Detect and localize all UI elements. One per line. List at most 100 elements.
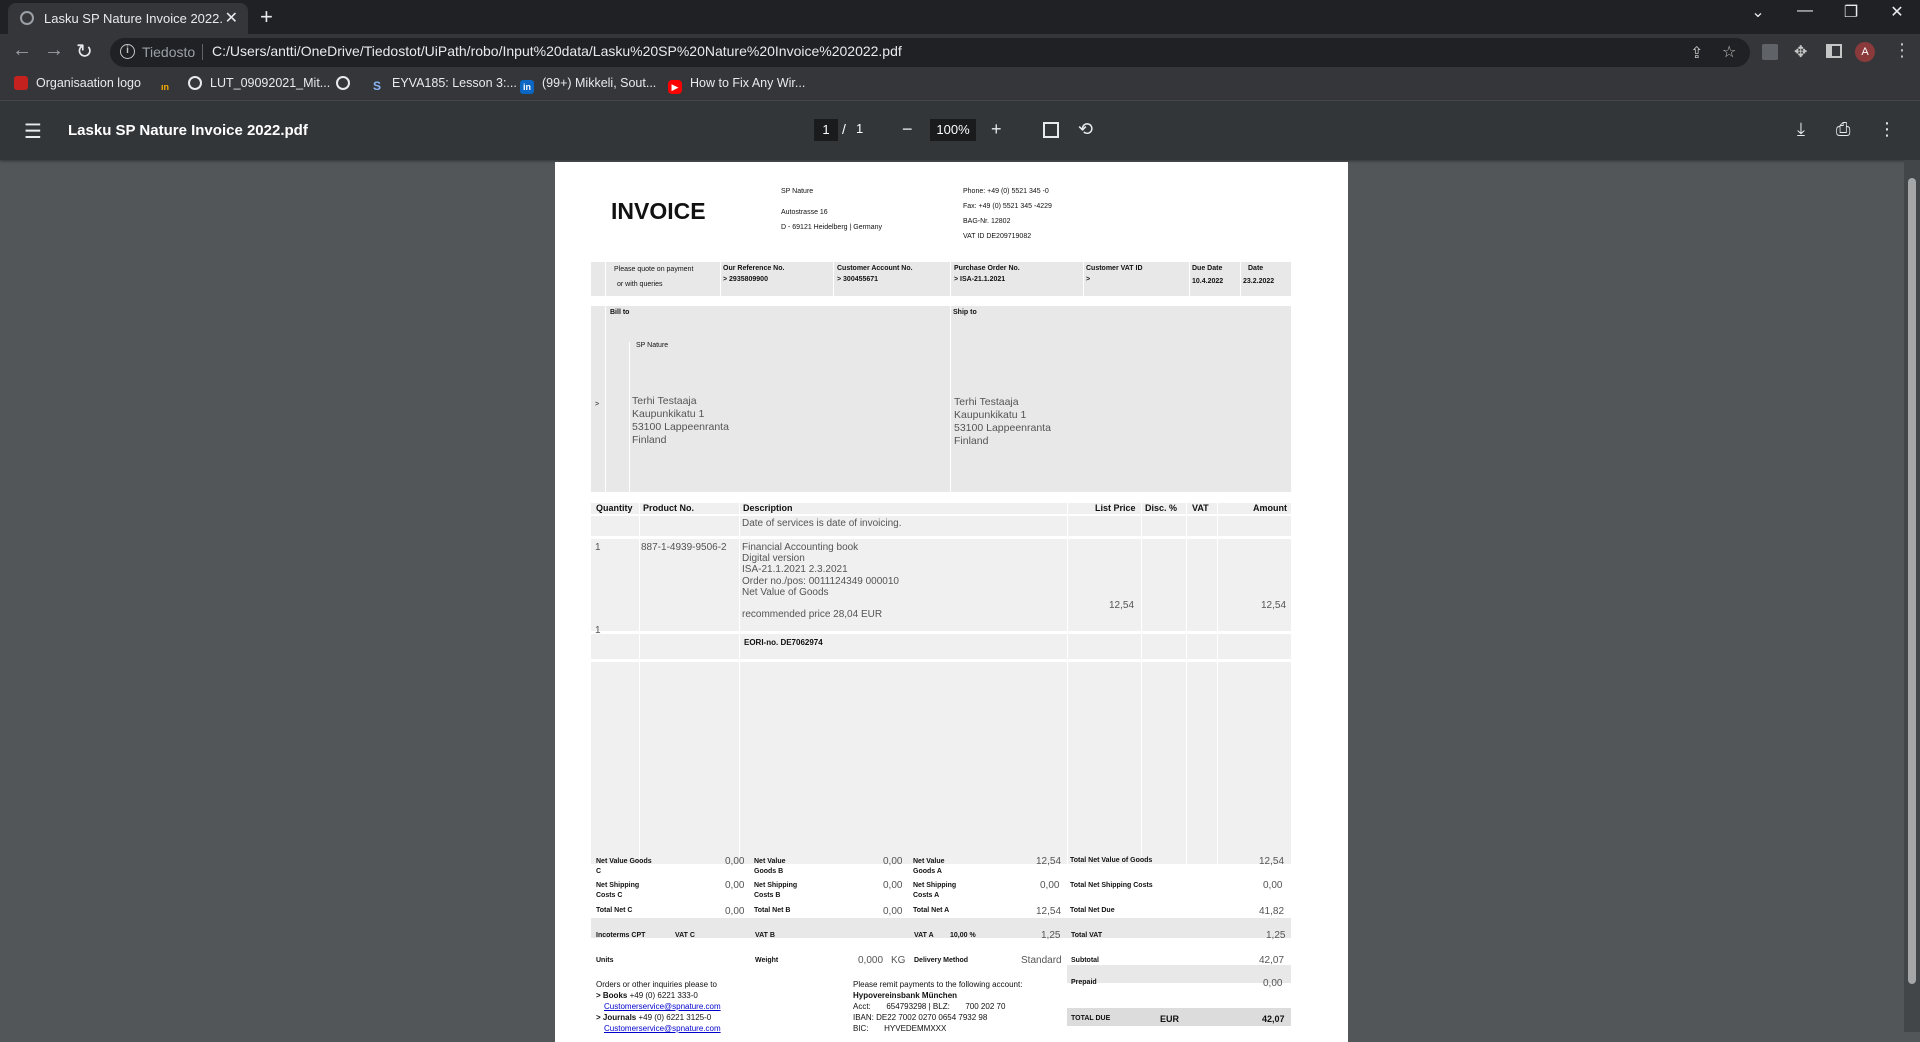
item-list-price: 12,54 [1109, 600, 1135, 611]
company-fax: Fax: +49 (0) 5521 345 -4229 [963, 203, 1052, 210]
journals-label: > Journals [596, 1013, 637, 1022]
total-due: 42,07 [1262, 1014, 1285, 1024]
item-amount: 12,54 [1261, 600, 1287, 611]
bill-company: SP Nature [636, 342, 669, 349]
pdf-toolbar: ☰ Lasku SP Nature Invoice 2022.pdf 1 / 1… [0, 101, 1920, 160]
globe-icon [188, 76, 202, 90]
total-net-shipping: 0,00 [1263, 880, 1283, 891]
zoom-input[interactable]: 100% [930, 119, 976, 141]
ship-address-line: Terhi Testaaja [954, 396, 1019, 408]
download-icon[interactable]: ⤓ [1797, 119, 1805, 140]
address-bar[interactable]: i Tiedosto C:/Users/antti/OneDrive/Tiedo… [110, 38, 1750, 67]
fit-page-icon[interactable] [1043, 122, 1059, 138]
scrollbar[interactable] [1904, 160, 1920, 1032]
item-desc-line: Financial Accounting book [742, 542, 859, 553]
tab-active[interactable]: Lasku SP Nature Invoice 2022.pdf ✕ [8, 3, 248, 34]
ship-address-line: 53100 Lappeenranta [954, 422, 1051, 434]
net-value-a: 12,54 [1036, 856, 1062, 867]
tab-title: Lasku SP Nature Invoice 2022.pdf [44, 11, 222, 26]
url-scheme-label: Tiedosto [142, 44, 196, 60]
net-shipping-c: 0,00 [725, 880, 745, 891]
globe-icon [20, 11, 34, 25]
bookmark-item[interactable]: S EYVA185: Lesson 3:... [370, 76, 517, 93]
col-list-price: List Price [1095, 503, 1136, 513]
avatar[interactable]: A [1855, 42, 1875, 62]
new-tab-button[interactable]: + [260, 4, 273, 30]
vat-c-label: VAT C [675, 932, 695, 939]
bank-account: Acct: 654793298 | BLZ: 700 202 70 [853, 1002, 1006, 1011]
bookmark-item[interactable]: ın [156, 76, 182, 94]
info-icon[interactable]: i [120, 44, 135, 59]
total-vat-label: Total VAT [1071, 932, 1103, 939]
customer-service-link[interactable]: Customerservice@spnature.com [604, 1002, 721, 1011]
books-contact: > Books +49 (0) 6221 333-0 [596, 991, 698, 1000]
side-panel-icon[interactable] [1826, 44, 1842, 58]
bookmark-favicon-icon: ın [156, 80, 174, 94]
ship-to-label: Ship to [953, 309, 977, 316]
col-product: Product No. [643, 503, 694, 513]
customer-account-value: > 300455671 [837, 276, 879, 283]
print-icon[interactable]: ⎙ [1836, 119, 1850, 140]
reload-icon[interactable]: ↻ [76, 39, 93, 64]
extensions-puzzle-icon[interactable]: ✥ [1794, 42, 1807, 62]
youtube-icon: ▶ [668, 80, 682, 94]
net-value-c: 0,00 [725, 856, 745, 867]
vat-a: 1,25 [1041, 930, 1061, 941]
vat-row [591, 918, 1291, 938]
bookmark-favicon-icon: S [370, 79, 384, 93]
bank-iban: IBAN: DE22 7002 0270 0654 7932 98 [853, 1013, 988, 1022]
bookmark-item[interactable]: LUT_09092021_Mit... [188, 76, 330, 90]
net-value-c-label: Net Value Goods C [596, 858, 652, 875]
bill-address-line: Finland [632, 434, 667, 446]
share-icon[interactable]: ⇪ [1690, 43, 1703, 63]
restore-button[interactable]: ❐ [1831, 2, 1871, 22]
url-text[interactable]: C:/Users/antti/OneDrive/Tiedostot/UiPath… [212, 43, 902, 59]
extension-icon[interactable] [1762, 44, 1778, 60]
company-name: SP Nature [781, 188, 814, 195]
vat-b-label: VAT B [755, 932, 775, 939]
minimize-button[interactable]: — [1785, 2, 1825, 20]
page-number-input[interactable]: 1 [814, 119, 838, 141]
back-icon[interactable]: ← [12, 39, 32, 62]
bookmark-label: Organisaation logo [36, 76, 141, 90]
item-desc-line [742, 598, 899, 609]
item-desc-line: Digital version [742, 553, 805, 565]
rotate-icon[interactable]: ⟲ [1078, 119, 1093, 140]
total-net-b-label: Total Net B [754, 907, 791, 914]
forward-icon[interactable]: → [44, 39, 64, 62]
close-window-button[interactable]: ✕ [1877, 2, 1917, 22]
bookmark-item[interactable]: Organisaation logo [14, 76, 141, 90]
customer-vat-label: Customer VAT ID [1086, 265, 1143, 272]
eori-number: EORI-no. DE7062974 [744, 638, 823, 647]
col-quantity: Quantity [596, 503, 633, 513]
zoom-in-icon[interactable]: + [991, 119, 1002, 140]
total-net-due-label: Total Net Due [1070, 907, 1115, 914]
page-total: 1 [856, 121, 864, 136]
incoterms-label: Incoterms CPT [596, 932, 646, 939]
globe-icon [336, 76, 350, 90]
bookmark-item[interactable]: in (99+) Mikkeli, Sout... [520, 76, 656, 94]
linkedin-icon: in [520, 80, 534, 94]
bill-address: Terhi Testaaja Kaupunkikatu 1 53100 Lapp… [632, 395, 729, 447]
scrollbar-thumb[interactable] [1908, 178, 1916, 984]
more-vert-icon[interactable]: ⋮ [1893, 40, 1911, 61]
net-shipping-c-label: Net Shipping Costs C [596, 882, 640, 899]
bookmark-star-icon[interactable]: ☆ [1722, 42, 1736, 62]
net-shipping-b: 0,00 [883, 880, 903, 891]
due-date-value: 10.4.2022 [1192, 278, 1224, 285]
tab-search-icon[interactable]: ⌄ [1738, 2, 1778, 22]
item-desc-line: Order no./pos: 0011124349 000010 [742, 575, 899, 587]
bookmark-item[interactable]: ▶ How to Fix Any Wir... [668, 76, 805, 94]
weight-unit: KG [891, 955, 906, 966]
item-desc-line: recommended price 28,04 EUR [742, 609, 883, 621]
customer-vat-value: > [1086, 276, 1091, 283]
bookmark-item[interactable] [336, 76, 358, 90]
ship-address-line: Kaupunkikatu 1 [954, 409, 1027, 421]
total-net-b: 0,00 [883, 906, 903, 917]
item-product-no: 887-1-4939-9506-2 [641, 542, 727, 553]
zoom-out-icon[interactable]: − [902, 119, 913, 140]
close-tab-icon[interactable]: ✕ [225, 8, 238, 28]
menu-icon[interactable]: ☰ [24, 119, 42, 144]
service-note: Date of services is date of invoicing. [742, 518, 902, 529]
more-vert-icon[interactable]: ⋮ [1878, 119, 1896, 140]
